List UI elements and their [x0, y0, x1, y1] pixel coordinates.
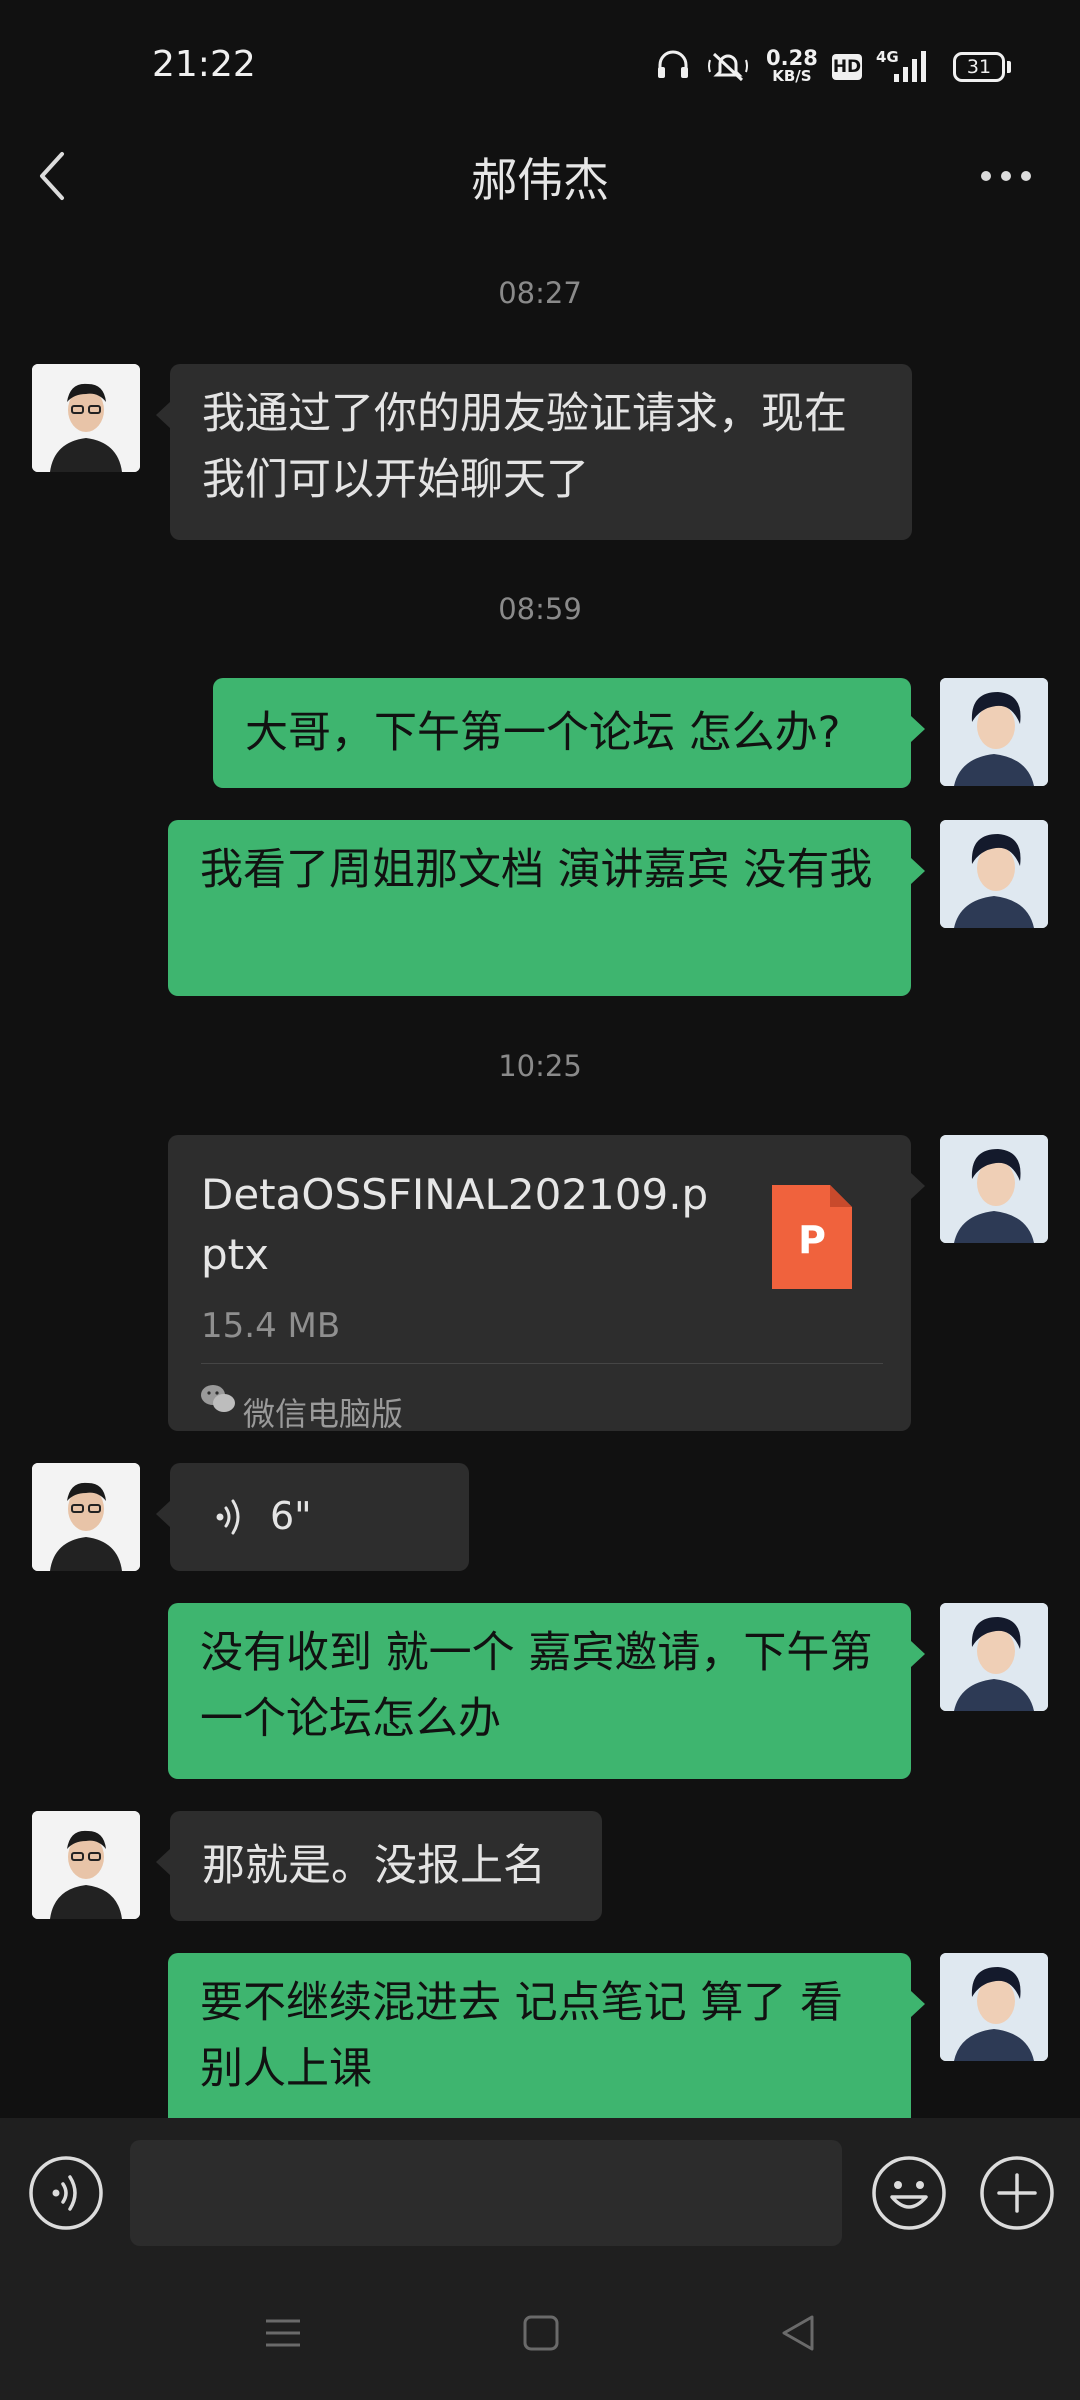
more-dots-icon[interactable]: [980, 170, 1032, 182]
avatar[interactable]: [32, 1811, 140, 1919]
bubble-tail: [911, 1991, 925, 2017]
user-avatar-image: [940, 1135, 1048, 1243]
file-type-letter: P: [798, 1218, 826, 1262]
contact-avatar-image: [32, 364, 140, 472]
message-bubble-incoming[interactable]: 我通过了你的朋友验证请求，现在我们可以开始聊天了: [170, 364, 912, 540]
home-icon[interactable]: [521, 2313, 561, 2353]
my-avatar[interactable]: [940, 1953, 1048, 2061]
message-text: 要不继续混进去 记点笔记 算了 看别人上课: [200, 1978, 844, 2094]
message-text: 我通过了你的朋友验证请求，现在我们可以开始聊天了: [202, 389, 847, 505]
status-time: 21:22: [152, 44, 256, 85]
message-text: 那就是。没报上名: [202, 1841, 546, 1891]
divider: [201, 1363, 883, 1364]
voice-message-bubble[interactable]: 6": [170, 1463, 469, 1571]
user-avatar-image: [940, 678, 1048, 786]
back-icon[interactable]: [32, 148, 72, 204]
plus-icon[interactable]: [979, 2155, 1055, 2231]
speed-value: 0.28: [766, 46, 818, 70]
back-nav-icon[interactable]: [778, 2313, 818, 2353]
message-text: 没有收到 就一个 嘉宾邀请，下午第一个论坛怎么办: [200, 1628, 873, 1744]
bubble-tail: [156, 402, 170, 428]
user-avatar-image: [940, 1953, 1048, 2061]
timestamp: 10:25: [498, 1049, 582, 1083]
my-avatar[interactable]: [940, 1603, 1048, 1711]
message-text: 我看了周姐那文档 演讲嘉宾 没有我: [200, 845, 873, 895]
message-input[interactable]: [130, 2140, 842, 2246]
voice-wave-icon: [216, 1499, 240, 1535]
message-bubble-outgoing[interactable]: 没有收到 就一个 嘉宾邀请，下午第一个论坛怎么办: [168, 1603, 911, 1779]
contact-avatar-image: [32, 1463, 140, 1571]
emoji-icon[interactable]: [871, 2155, 947, 2231]
bubble-tail: [911, 1173, 925, 1199]
wechat-icon: [201, 1385, 235, 1412]
battery-icon: 31: [953, 52, 1005, 82]
network-speed: 0.28 KB/S: [766, 46, 818, 85]
file-source-label: 微信电脑版: [243, 1395, 404, 1433]
message-text: 大哥，下午第一个论坛 怎么办?: [245, 708, 841, 758]
bubble-tail: [156, 1849, 170, 1875]
chat-title: 郝伟杰: [471, 153, 609, 207]
speed-unit: KB/S: [772, 67, 812, 85]
my-avatar[interactable]: [940, 820, 1048, 928]
bubble-tail: [911, 858, 925, 884]
system-nav-bar: [0, 2268, 1080, 2400]
file-message-card[interactable]: DetaOSSFINAL202109.pptx 15.4 MB P 微信电脑版: [168, 1135, 911, 1433]
menu-icon[interactable]: [263, 2313, 303, 2353]
headphones-icon: [658, 50, 688, 78]
bubble-tail: [156, 1501, 170, 1527]
timestamp: 08:59: [498, 592, 582, 626]
my-avatar[interactable]: [940, 678, 1048, 786]
message-bubble-outgoing[interactable]: 我看了周姐那文档 演讲嘉宾 没有我: [168, 820, 911, 996]
bubble-tail: [911, 716, 925, 742]
my-avatar[interactable]: [940, 1135, 1048, 1243]
file-size: 15.4 MB: [201, 1306, 341, 1346]
hd-badge: HD: [832, 54, 862, 80]
battery-tip: [1007, 61, 1011, 73]
bubble-tail: [911, 1641, 925, 1667]
message-bubble-outgoing[interactable]: 大哥，下午第一个论坛 怎么办?: [213, 678, 911, 788]
avatar[interactable]: [32, 364, 140, 472]
input-bar: [0, 2118, 1080, 2268]
user-avatar-image: [940, 820, 1048, 928]
mute-icon: [708, 52, 748, 82]
voice-input-icon[interactable]: [28, 2155, 104, 2231]
voice-duration: 6": [270, 1494, 312, 1538]
file-name: DetaOSSFINAL202109.pptx: [201, 1170, 709, 1279]
timestamp: 08:27: [498, 276, 582, 310]
message-bubble-outgoing[interactable]: 要不继续混进去 记点笔记 算了 看别人上课: [168, 1953, 911, 2129]
avatar[interactable]: [32, 1463, 140, 1571]
user-avatar-image: [940, 1603, 1048, 1711]
contact-avatar-image: [32, 1811, 140, 1919]
message-bubble-incoming[interactable]: 那就是。没报上名: [170, 1811, 602, 1921]
signal-icon: [894, 51, 926, 82]
